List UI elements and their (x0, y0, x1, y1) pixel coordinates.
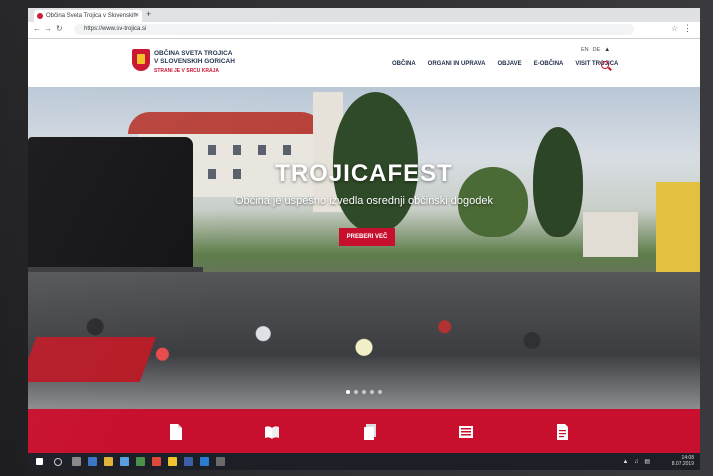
nav-item-obcina[interactable]: OBČINA (392, 61, 416, 67)
lang-en[interactable]: EN (581, 47, 589, 53)
document-icon[interactable] (168, 423, 184, 441)
logo-line-1: OBČINA SVETA TROJICA (154, 50, 233, 57)
file-explorer-icon[interactable] (104, 457, 113, 466)
os-taskbar: ▲ ♫ ▤ 14:08 8.07.2019 (28, 453, 700, 470)
favicon-icon (37, 13, 43, 19)
screen: Občina Sveta Trojica v Slovenskih × + ← … (28, 8, 700, 470)
browser-tab-bar: Občina Sveta Trojica v Slovenskih × + (28, 8, 700, 22)
quick-links-bar (28, 409, 700, 453)
tab-title: Občina Sveta Trojica v Slovenskih (46, 13, 137, 19)
slider-dot[interactable] (370, 390, 374, 394)
browser-tab[interactable]: Občina Sveta Trojica v Slovenskih × (34, 10, 142, 22)
read-more-button[interactable]: PREBERI VEČ (339, 228, 395, 246)
hero-subtitle: Občina je uspešno izvedla osrednji občin… (234, 195, 494, 207)
app-icon[interactable] (152, 457, 161, 466)
new-tab-icon[interactable]: + (146, 9, 151, 19)
bookmark-star-icon[interactable]: ☆ (671, 24, 678, 33)
logo-tagline: STRANI JE V SRCU KRAJA (154, 68, 220, 74)
chrome-icon[interactable] (168, 457, 177, 466)
form-icon[interactable] (554, 423, 570, 441)
hero-photo-roof (128, 112, 323, 134)
task-view-icon[interactable] (72, 457, 81, 466)
nav-item-e-obcina[interactable]: E-OBČINA (534, 61, 564, 67)
hero-title: TROJICAFEST (275, 160, 453, 187)
slider-dot[interactable] (346, 390, 350, 394)
hero-photo-house (583, 212, 638, 257)
open-book-icon[interactable] (264, 423, 280, 441)
edge-icon[interactable] (88, 457, 97, 466)
site-logo-text[interactable]: OBČINA SVETA TROJICA V SLOVENSKIH GORICA… (154, 50, 235, 66)
back-icon[interactable]: ← (33, 24, 41, 33)
nav-item-objave[interactable]: OBJAVE (497, 61, 521, 67)
store-icon[interactable] (120, 457, 129, 466)
slider-dot[interactable] (354, 390, 358, 394)
user-icon[interactable]: ▲ (604, 47, 610, 53)
newspaper-icon[interactable] (458, 423, 474, 441)
url-field[interactable]: https://www.sv-trojica.si (74, 24, 634, 35)
address-bar: ← → ↻ https://www.sv-trojica.si ☆ ⋮ (28, 22, 700, 39)
app-icon[interactable] (216, 457, 225, 466)
slider-dot[interactable] (378, 390, 382, 394)
slider-dot[interactable] (362, 390, 366, 394)
clock-date: 8.07.2019 (671, 461, 694, 467)
nav-item-visit-trojica[interactable]: VISIT TROJICA (575, 61, 618, 67)
site-header: OBČINA SVETA TROJICA V SLOVENSKIH GORICA… (28, 39, 700, 87)
tab-close-icon[interactable]: × (135, 10, 139, 22)
hero-photo-stage (28, 137, 193, 277)
language-switcher: EN DE ▲ (581, 47, 610, 53)
coat-of-arms-icon[interactable] (132, 49, 150, 71)
lang-de[interactable]: DE (593, 47, 601, 53)
logo-line-2: V SLOVENSKIH GORICAH (154, 58, 235, 65)
clock[interactable]: 14:08 8.07.2019 (672, 455, 694, 467)
app-icon[interactable] (200, 457, 209, 466)
hero-slider: TROJICAFEST Občina je uspešno izvedla os… (28, 87, 700, 409)
search-icon[interactable] (601, 61, 609, 69)
hero-photo-red-carpet (28, 337, 157, 382)
nav-item-organi-in-uprava[interactable]: ORGANI IN UPRAVA (428, 61, 486, 67)
system-tray-icons[interactable]: ▲ ♫ ▤ (623, 458, 652, 465)
browser-menu-icon[interactable]: ⋮ (683, 23, 692, 34)
app-icon[interactable] (184, 457, 193, 466)
slider-dots (28, 390, 700, 394)
main-nav: OBČINA ORGANI IN UPRAVA OBJAVE E-OBČINA … (392, 61, 618, 67)
search-icon[interactable] (54, 458, 62, 466)
forward-icon[interactable]: → (44, 24, 52, 33)
app-icon[interactable] (136, 457, 145, 466)
windows-start-icon[interactable] (36, 458, 43, 465)
files-icon[interactable] (362, 423, 378, 441)
reload-icon[interactable]: ↻ (56, 24, 63, 33)
